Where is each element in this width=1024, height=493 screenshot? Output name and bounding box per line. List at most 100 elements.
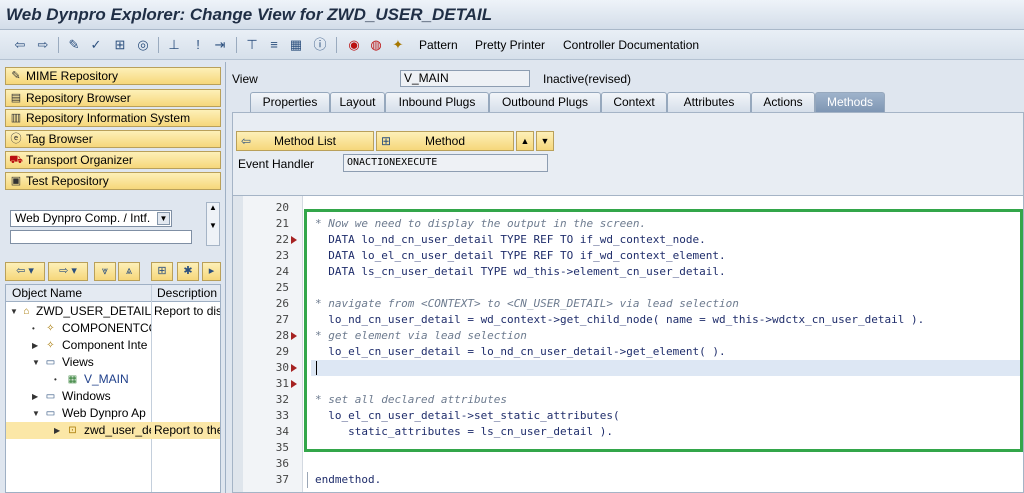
line-number: 22 — [275, 233, 289, 246]
hierarchy-icon[interactable]: ⊥ — [166, 37, 182, 53]
editor-pane: View V_MAIN Inactive(revised) Properties… — [228, 62, 1024, 493]
code-line[interactable]: 21 * Now we need to display the output i… — [233, 216, 1023, 232]
external-breakpoint-icon[interactable]: ◍ — [368, 37, 384, 53]
nav-button-label: Tag Browser — [26, 132, 93, 146]
tree-row-application[interactable]: ▶ ⊡ zwd_user_de Report to the — [6, 422, 220, 439]
nav-button-label: Repository Information System — [26, 111, 191, 125]
more-icon[interactable]: ▸ — [202, 262, 221, 281]
line-number: 26 — [275, 297, 289, 310]
column-header-object-name[interactable]: Object Name — [12, 286, 82, 300]
tab-outbound-plugs[interactable]: Outbound Plugs — [489, 92, 601, 112]
tab-methods[interactable]: Methods — [815, 92, 885, 112]
method-button[interactable]: ⊞ Method — [376, 131, 514, 151]
chevron-down-icon[interactable]: ▼ — [157, 212, 170, 225]
tree-row-v-main[interactable]: • ▦ V_MAIN — [6, 371, 220, 388]
navigation-icon[interactable]: ⇥ — [212, 37, 228, 53]
edit-pencil-icon[interactable]: ✎ — [66, 37, 82, 53]
expand-triangle-icon[interactable]: ▼ — [10, 303, 18, 320]
wizard-icon[interactable]: ✦ — [390, 37, 406, 53]
forward-arrow-icon[interactable]: ⇨ — [35, 37, 51, 53]
code-line[interactable]: 25 — [233, 280, 1023, 296]
code-line[interactable]: 31 — [233, 376, 1023, 392]
object-tree: Object Name Description ▼ ⌂ ZWD_USER_DET… — [5, 284, 221, 493]
tree-row-component-interface[interactable]: ▶ ✧ Component Inte — [6, 337, 220, 354]
folder-icon: ▭ — [45, 357, 56, 368]
tree-row-componentcontroller[interactable]: • ✧ COMPONENTCO — [6, 320, 220, 337]
stack-icon[interactable]: ≡ — [266, 37, 282, 53]
pretty-printer-button[interactable]: Pretty Printer — [475, 38, 545, 52]
line-number: 20 — [275, 201, 289, 214]
code-line[interactable]: 28 * get element via lead selection — [233, 328, 1023, 344]
previous-method-icon[interactable]: ▲ — [516, 131, 534, 151]
line-number: 23 — [275, 249, 289, 262]
line-number: 35 — [275, 441, 289, 454]
tree-back-button[interactable]: ⇦ ▾ — [5, 262, 45, 281]
code-line[interactable]: 23 DATA lo_el_cn_user_detail TYPE REF TO… — [233, 248, 1023, 264]
expand-icon[interactable]: ⩓ — [118, 262, 140, 281]
code-line[interactable]: 22 DATA lo_nd_cn_user_detail TYPE REF TO… — [233, 232, 1023, 248]
tab-layout[interactable]: Layout — [330, 92, 385, 112]
code-line[interactable]: 32 * set all declared attributes — [233, 392, 1023, 408]
collapse-icon[interactable]: ⩔ — [94, 262, 116, 281]
back-arrow-icon[interactable]: ⇦ — [12, 37, 28, 53]
info-icon[interactable]: ⓘ — [312, 37, 328, 53]
breakpoint-icon[interactable]: ◉ — [346, 37, 362, 53]
tab-actions[interactable]: Actions — [751, 92, 815, 112]
tab-context[interactable]: Context — [601, 92, 667, 112]
tree-row-views[interactable]: ▼ ▭ Views — [6, 354, 220, 371]
code-line[interactable]: 27 lo_nd_cn_user_detail = wd_context->ge… — [233, 312, 1023, 328]
mime-repository-button[interactable]: ✎ MIME Repository — [5, 67, 221, 85]
vertical-scrollbar[interactable]: ▲ ▼ — [206, 202, 220, 246]
tree-row-web-dynpro-applications[interactable]: ▼ ▭ Web Dynpro Ap — [6, 405, 220, 422]
test-icon[interactable]: ◎ — [135, 37, 151, 53]
next-method-icon[interactable]: ▼ — [536, 131, 554, 151]
object-name-input[interactable] — [10, 230, 192, 244]
method-list-button[interactable]: ⇦ Method List — [236, 131, 374, 151]
method-label: Method — [424, 134, 466, 148]
code-line[interactable]: 37 endmethod. — [233, 472, 1023, 488]
object-list-icon[interactable]: ⊞ — [112, 37, 128, 53]
code-line[interactable]: 34 static_attributes = ls_cn_user_detail… — [233, 424, 1023, 440]
transport-organizer-button[interactable]: ⛟ Transport Organizer — [5, 151, 221, 169]
code-line[interactable]: 20 — [233, 200, 1023, 216]
code-text: * Now we need to display the output in t… — [315, 217, 647, 230]
tree-forward-button[interactable]: ⇨ ▾ — [48, 262, 88, 281]
tab-inbound-plugs[interactable]: Inbound Plugs — [385, 92, 489, 112]
hierarchy-toggle-icon[interactable]: ⊞ — [151, 262, 173, 281]
view-name-field[interactable]: V_MAIN — [400, 70, 530, 87]
code-editor[interactable]: 20 21 * Now we need to display the outpu… — [232, 195, 1024, 493]
code-line[interactable]: 30 — [233, 360, 1023, 376]
code-line[interactable]: 24 DATA ls_cn_user_detail TYPE wd_this->… — [233, 264, 1023, 280]
test-repository-button[interactable]: ▣ Test Repository — [5, 172, 221, 190]
code-line[interactable]: 26 * navigate from <CONTEXT> to <CN_USER… — [233, 296, 1023, 312]
tab-properties[interactable]: Properties — [250, 92, 330, 112]
expand-triangle-icon[interactable]: ▼ — [32, 354, 40, 371]
code-line[interactable]: 36 — [233, 456, 1023, 472]
expand-triangle-icon[interactable]: ▼ — [32, 405, 40, 422]
expand-triangle-icon[interactable]: ▶ — [32, 337, 38, 354]
where-used-icon[interactable]: ! — [190, 37, 206, 53]
event-handler-field[interactable]: ONACTIONEXECUTE — [343, 154, 548, 172]
code-line[interactable]: 29 lo_el_cn_user_detail = lo_nd_cn_user_… — [233, 344, 1023, 360]
repository-information-system-button[interactable]: ▥ Repository Information System — [5, 109, 221, 127]
tree-row-windows[interactable]: ▶ ▭ Windows — [6, 388, 220, 405]
controller-documentation-button[interactable]: Controller Documentation — [563, 38, 699, 52]
check-icon[interactable]: ✓ — [88, 37, 104, 53]
display-options-icon[interactable]: ✱ — [177, 262, 199, 281]
object-type-select[interactable]: Web Dynpro Comp. / Intf. ▼ — [10, 210, 172, 227]
layout-icon[interactable]: ▦ — [288, 37, 304, 53]
repository-browser-button[interactable]: ▤ Repository Browser — [5, 89, 221, 107]
code-line[interactable]: 33 lo_el_cn_user_detail->set_static_attr… — [233, 408, 1023, 424]
view-label: View — [232, 72, 258, 86]
tree-row-component[interactable]: ▼ ⌂ ZWD_USER_DETAIL Report to disp — [6, 303, 220, 320]
nav-button-label: Test Repository — [26, 174, 109, 188]
expand-triangle-icon[interactable]: ▶ — [32, 388, 38, 405]
component-icon: ⌂ — [23, 306, 30, 317]
code-line[interactable]: 35 — [233, 440, 1023, 456]
expand-triangle-icon[interactable]: ▶ — [54, 422, 60, 439]
tag-browser-button[interactable]: ⓔ Tag Browser — [5, 130, 221, 148]
column-header-description[interactable]: Description — [157, 286, 217, 300]
tree-icon[interactable]: ⊤ — [244, 37, 260, 53]
tab-attributes[interactable]: Attributes — [667, 92, 751, 112]
pattern-button[interactable]: Pattern — [419, 38, 458, 52]
